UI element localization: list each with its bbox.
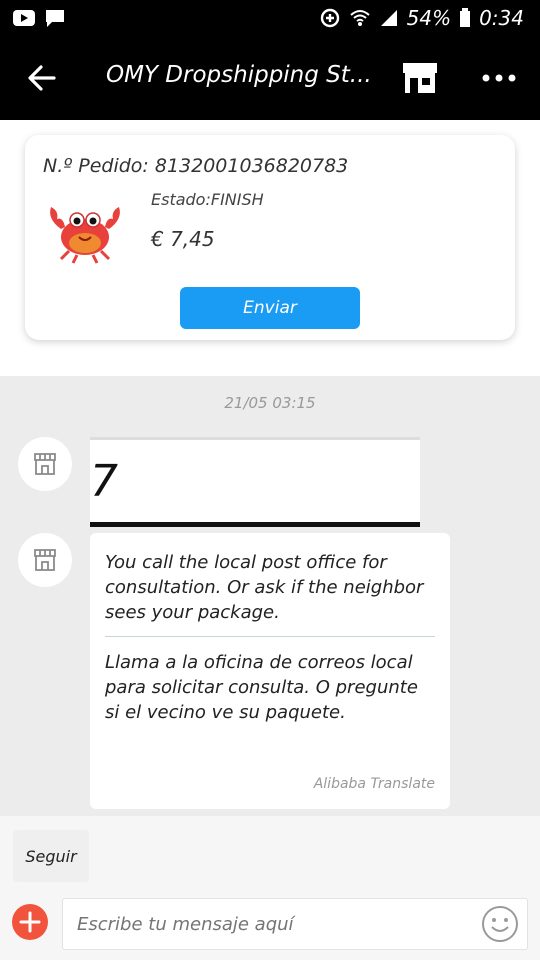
order-price: € 7,45 [151,227,215,251]
chat-title: OMY Dropshipping St... [106,62,372,88]
image-message[interactable]: 7 [90,437,420,527]
order-number: N.º Pedido: 8132001036820783 [43,155,349,177]
data-saver-icon [320,8,339,28]
image-message-content: 7 [90,456,118,507]
shop-avatar-icon [34,453,56,475]
arrow-left-icon [28,65,56,91]
seller-avatar[interactable] [18,437,72,491]
order-area: N.º Pedido: 8132001036820783 Estado:FINI… [0,120,540,376]
message-translated-text: Llama a la oficina de correos local para… [105,652,418,723]
send-order-button[interactable]: Enviar [180,287,360,329]
message-icon [46,10,64,27]
message-input[interactable] [62,898,528,950]
notification-icons [12,8,66,28]
battery-percent: 54% [406,6,452,30]
more-options-button[interactable] [480,62,520,94]
attach-button[interactable] [12,904,48,940]
order-status: Estado:FINISH [151,190,264,209]
order-card[interactable]: N.º Pedido: 8132001036820783 Estado:FINI… [25,135,515,340]
follow-button[interactable]: Seguir [13,830,89,882]
shop-avatar-icon [34,549,56,571]
seller-avatar[interactable] [18,533,72,587]
chat-area[interactable]: 21/05 03:15 7 You call the local post of… [0,376,540,816]
smiley-icon [482,906,518,942]
text-message[interactable]: You call the local post office for consu… [90,533,450,809]
app-bar: OMY Dropshipping St... [0,36,540,120]
youtube-icon [13,10,35,26]
signal-icon [380,10,397,26]
back-button[interactable] [26,62,58,94]
emoji-button[interactable] [480,904,520,944]
wifi-icon [349,10,370,26]
plus-icon [19,911,41,933]
message-original-text: You call the local post office for consu… [105,552,424,623]
more-icon [482,74,516,82]
clock: 0:34 [479,6,524,30]
message-timestamp: 21/05 03:15 [224,394,316,412]
store-button[interactable] [400,58,440,98]
translation-divider [105,636,435,637]
status-bar: 54% 0:34 [0,0,540,36]
store-icon [403,63,437,93]
composer-area: Seguir [0,816,540,960]
battery-icon [460,8,471,27]
translation-credit: Alibaba Translate [313,776,435,792]
system-indicators: 54% 0:34 [319,6,524,30]
product-image [50,207,120,264]
